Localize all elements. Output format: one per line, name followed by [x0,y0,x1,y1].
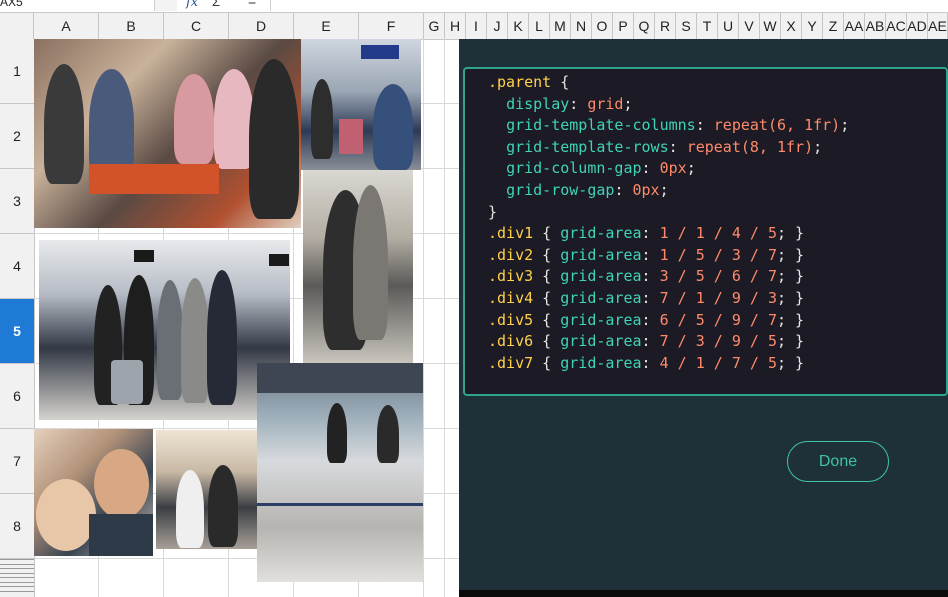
done-button[interactable]: Done [787,441,889,482]
code-line: .div4 { grid-area: 7 / 1 / 9 / 3; } [488,288,805,307]
column-header-g[interactable]: G [424,13,445,39]
column-header-z[interactable]: Z [823,13,844,39]
column-header-c[interactable]: C [164,13,229,39]
sum-icon[interactable]: Σ [212,0,220,9]
code-line: grid-template-columns: repeat(6, 1fr); [506,116,850,135]
collapsed-row-12 [0,572,34,574]
row-header-6[interactable]: 6 [0,364,34,429]
column-header-a[interactable]: A [34,13,99,39]
row-header-4[interactable]: 4 [0,234,34,299]
function-wizard-icon[interactable]: fx [186,0,198,10]
formula-input[interactable] [270,0,948,11]
collapsed-row-14 [0,581,34,583]
photo-group-restaurant[interactable] [34,39,301,228]
photo-selfie[interactable] [34,429,153,556]
column-header-p[interactable]: P [613,13,634,39]
column-header-q[interactable]: Q [634,13,655,39]
photo-airport-hall[interactable] [301,39,421,170]
collapsed-row-11 [0,568,34,569]
column-header-r[interactable]: R [655,13,676,39]
column-header-k[interactable]: K [508,13,529,39]
row-header-3[interactable]: 3 [0,169,34,234]
grid-column-line [444,39,445,597]
column-header-e[interactable]: E [294,13,359,39]
row-headers: 12345678 [0,39,35,597]
column-header-y[interactable]: Y [802,13,823,39]
code-line: grid-row-gap: 0px; [506,180,669,199]
code-line: display: grid; [506,94,633,113]
column-header-n[interactable]: N [571,13,592,39]
column-header-b[interactable]: B [99,13,164,39]
column-header-aa[interactable]: AA [844,13,865,39]
row-header-7[interactable]: 7 [0,429,34,494]
code-line: .parent { [488,73,570,91]
row-header-1[interactable]: 1 [0,39,34,104]
photo-terminal-queue[interactable] [257,363,423,582]
collapsed-row-15 [0,586,34,587]
column-header-t[interactable]: T [697,13,718,39]
formula-icon[interactable]: = [248,0,256,9]
column-header-d[interactable]: D [229,13,294,39]
column-header-f[interactable]: F [359,13,424,39]
column-header-ae[interactable]: AE [928,13,948,39]
code-line: .div1 { grid-area: 1 / 1 / 4 / 5; } [488,224,805,243]
column-header-ab[interactable]: AB [865,13,886,39]
formula-bar: AX5 fx Σ = [0,0,948,13]
column-header-m[interactable]: M [550,13,571,39]
row-header-8[interactable]: 8 [0,494,34,559]
code-line: .div2 { grid-area: 1 / 5 / 3 / 7; } [488,245,805,264]
css-code[interactable]: .parent { display: grid; grid-template-c… [488,72,849,374]
column-header-u[interactable]: U [718,13,739,39]
panel-footer-bar [459,590,948,597]
column-header-x[interactable]: X [781,13,802,39]
column-header-j[interactable]: J [487,13,508,39]
column-header-ac[interactable]: AC [886,13,907,39]
code-line: .div3 { grid-area: 3 / 5 / 6 / 7; } [488,267,805,286]
column-header-o[interactable]: O [592,13,613,39]
code-line: grid-template-rows: repeat(8, 1fr); [506,137,823,156]
name-box-dropdown[interactable] [154,0,177,11]
column-header-h[interactable]: H [445,13,466,39]
collapsed-row-9 [0,559,34,560]
code-line: grid-column-gap: 0px; [506,159,696,178]
column-header-w[interactable]: W [760,13,781,39]
column-headers: A B C D E F G H I J K L M N O P Q R S T U V W X Y Z AA AB AC AD AE [0,13,948,40]
collapsed-row-16 [0,590,34,592]
code-line: .div5 { grid-area: 6 / 5 / 9 / 7; } [488,310,805,329]
collapsed-row-10 [0,563,34,565]
name-box[interactable]: AX5 [0,0,154,11]
column-header-s[interactable]: S [676,13,697,39]
column-header-ad[interactable]: AD [907,13,928,39]
photo-group-airport[interactable] [39,240,290,420]
grid-column-line [423,39,424,597]
column-header-l[interactable]: L [529,13,550,39]
code-line: } [488,202,498,221]
column-header-v[interactable]: V [739,13,760,39]
collapsed-row-13 [0,577,34,578]
code-output-card: .parent { display: grid; grid-template-c… [463,67,948,396]
photo-hug[interactable] [303,170,413,363]
select-all-corner[interactable] [0,13,34,39]
code-line: .div7 { grid-area: 4 / 1 / 7 / 5; } [488,353,805,372]
code-line: .div6 { grid-area: 7 / 3 / 9 / 5; } [488,332,805,351]
collapsed-rows [0,557,34,597]
column-header-i[interactable]: I [466,13,487,39]
row-header-2[interactable]: 2 [0,104,34,169]
row-header-5[interactable]: 5 [0,299,34,364]
